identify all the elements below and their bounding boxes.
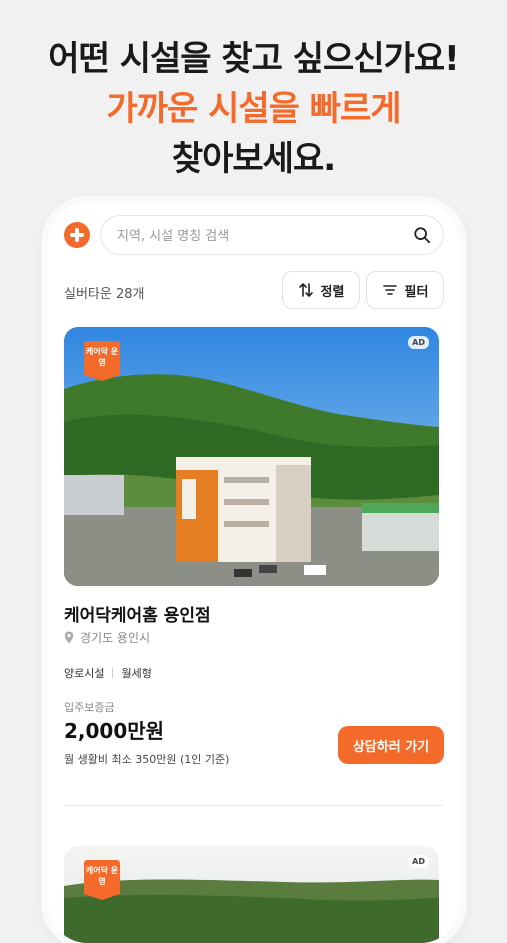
ad-label: AD — [408, 336, 429, 349]
facility-card[interactable]: 케어닥 운영 AD — [64, 846, 444, 943]
headline-line-1: 어떤 시설을 찾고 싶으신가요! — [48, 39, 459, 79]
deposit-price: 2,000만원 — [64, 719, 165, 743]
tag-divider — [112, 668, 114, 678]
plus-logo-icon[interactable] — [64, 222, 90, 248]
monthly-cost: 월 생활비 최소 350만원 (1인 기준) — [64, 753, 230, 766]
facility-card[interactable]: 케어닥 운영 AD 케어닥케어홈 용인점 경기도 용인시 양로시설 월세형 입주… — [64, 327, 444, 766]
headline: 어떤 시설을 찾고 싶으신가요! 가까운 시설을 빠르게 찾아보세요. — [0, 34, 507, 184]
search-input[interactable] — [115, 216, 379, 256]
result-count: 실버타운 28개 — [64, 287, 145, 302]
search-bar[interactable] — [100, 215, 444, 256]
facility-type-tag: 양로시설 — [64, 667, 105, 680]
sort-label: 정렬 — [320, 284, 345, 300]
filter-label: 필터 — [404, 284, 429, 300]
sort-icon — [298, 283, 313, 297]
facility-tags: 양로시설 월세형 — [64, 665, 152, 681]
location-pin-icon — [64, 631, 74, 644]
consult-button[interactable]: 상담하러 가기 — [338, 726, 444, 764]
filter-icon — [382, 285, 397, 295]
facility-photo[interactable]: 케어닥 운영 AD — [64, 846, 439, 943]
operator-badge: 케어닥 운영 — [84, 341, 120, 381]
facility-location: 경기도 용인시 — [64, 629, 150, 646]
ad-label: AD — [408, 855, 429, 868]
operator-badge: 케어닥 운영 — [84, 860, 120, 900]
headline-line-2: 가까운 시설을 빠르게 — [106, 89, 401, 129]
card-divider — [64, 805, 444, 806]
facility-photo-scene — [64, 327, 439, 586]
facility-location-text: 경기도 용인시 — [80, 631, 151, 645]
sort-button[interactable]: 정렬 — [282, 271, 360, 309]
facility-photo-scene — [64, 846, 439, 943]
list-controls: 실버타운 28개 정렬 필터 — [64, 271, 444, 311]
facility-title[interactable]: 케어닥케어홈 용인점 — [64, 601, 211, 626]
headline-line-3: 찾아보세요. — [171, 139, 336, 179]
deposit-label: 입주보증금 — [64, 701, 115, 714]
search-icon[interactable] — [413, 226, 431, 244]
facility-lease-tag: 월세형 — [121, 667, 152, 680]
phone-frame: 실버타운 28개 정렬 필터 — [48, 203, 460, 943]
filter-button[interactable]: 필터 — [366, 271, 444, 309]
top-bar — [64, 215, 444, 256]
facility-photo[interactable]: 케어닥 운영 AD — [64, 327, 439, 586]
